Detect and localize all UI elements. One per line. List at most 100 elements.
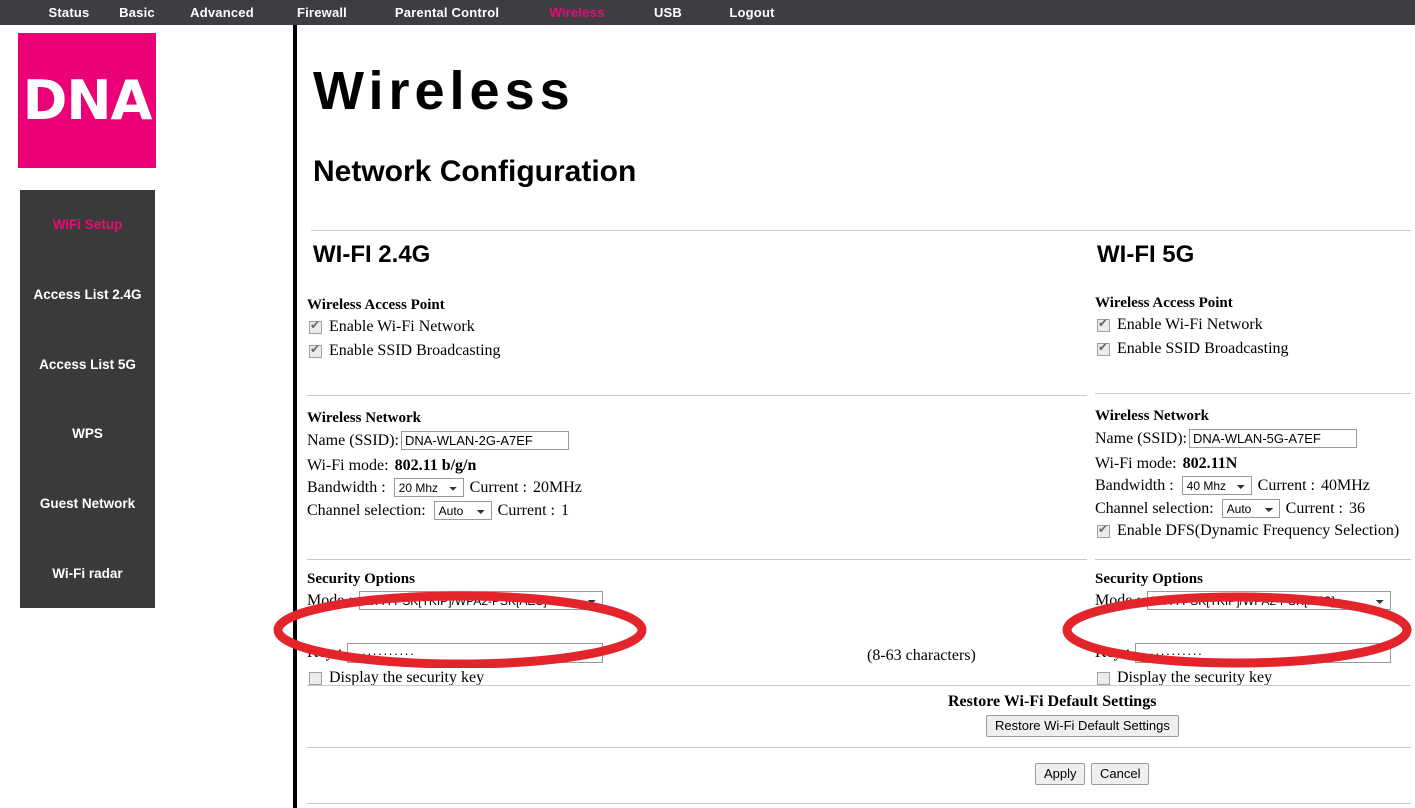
nav-item-usb[interactable]: USB: [632, 5, 704, 20]
wifi24-bandwidth-current-value: 20MHz: [533, 479, 582, 497]
top-navigation-bar: Status Basic Advanced Firewall Parental …: [0, 0, 1415, 25]
sidebar: DNA WiFi Setup Access List 2.4G Access L…: [0, 25, 293, 808]
wifi5-ssid-label: Name (SSID):: [1095, 430, 1187, 448]
wifi24-enable-ssid-row: Enable SSID Broadcasting: [309, 342, 501, 360]
nav-item-wireless[interactable]: Wireless: [522, 5, 632, 20]
wifi5-channel-current-label: Current :: [1286, 500, 1343, 518]
wifi24-mode-row: Wi-Fi mode: 802.11 b/g/n: [307, 457, 476, 475]
dna-logo: DNA: [18, 33, 156, 168]
wifi24-bandwidth-select[interactable]: 20 Mhz: [394, 478, 464, 497]
wifi24-enable-network-row: Enable Wi-Fi Network: [309, 318, 475, 336]
footer-separator-2: [307, 747, 1411, 748]
wifi24-channel-row: Channel selection: Auto Current : 1: [307, 501, 569, 520]
wifi5-channel-current-value: 36: [1349, 500, 1365, 518]
dna-logo-text: DNA: [23, 74, 152, 128]
wifi5-enable-network-checkbox[interactable]: [1097, 319, 1110, 332]
wifi24-channel-current-label: Current :: [498, 502, 555, 520]
wifi5-channel-row: Channel selection: Auto Current : 36: [1095, 499, 1365, 518]
wifi5-dfs-row: Enable DFS(Dynamic Frequency Selection): [1097, 522, 1399, 540]
sidebar-item-wps[interactable]: WPS: [20, 399, 155, 469]
wifi5-mode-value: 802.11N: [1183, 455, 1238, 473]
wifi5-display-key-checkbox[interactable]: [1097, 672, 1110, 685]
nav-item-basic[interactable]: Basic: [102, 5, 172, 20]
page-title: Wireless: [313, 60, 575, 122]
wifi24-network-title: Wireless Network: [307, 410, 421, 427]
wifi24-key-row: Key :: [307, 643, 603, 663]
wifi24-enable-ssid-checkbox[interactable]: [309, 345, 322, 358]
wifi5-security-title: Security Options: [1095, 571, 1203, 588]
wifi5-ssid-row: Name (SSID):: [1095, 429, 1357, 448]
wifi5-access-point-title: Wireless Access Point: [1095, 295, 1233, 312]
nav-item-firewall[interactable]: Firewall: [272, 5, 372, 20]
wifi24-security-mode-select[interactable]: WPA-PSK[TKIP]/WPA2-PSK[AES]: [359, 591, 603, 610]
footer-separator-3: [307, 803, 1411, 804]
nav-item-status[interactable]: Status: [36, 5, 102, 20]
wifi24-display-key-checkbox[interactable]: [309, 672, 322, 685]
nav-item-advanced[interactable]: Advanced: [172, 5, 272, 20]
wifi5-channel-label: Channel selection:: [1095, 500, 1214, 518]
wifi5-network-title: Wireless Network: [1095, 408, 1209, 425]
wifi5-dfs-label: Enable DFS(Dynamic Frequency Selection): [1117, 522, 1399, 540]
sidebar-item-guest-network[interactable]: Guest Network: [20, 469, 155, 539]
wifi24-separator-1: [307, 395, 1087, 396]
wifi24-key-input[interactable]: [347, 643, 603, 663]
sidebar-item-wifi-setup[interactable]: WiFi Setup: [20, 190, 155, 260]
wifi24-security-title: Security Options: [307, 571, 415, 588]
separator-top: [311, 230, 1411, 231]
wifi5-mode-row: Wi-Fi mode: 802.11N: [1095, 455, 1237, 473]
wifi5-bandwidth-label: Bandwidth :: [1095, 477, 1174, 495]
wifi5-separator-1: [1095, 393, 1411, 394]
wifi-24g-column-title: WI-FI 2.4G: [313, 241, 430, 269]
wifi5-bandwidth-row: Bandwidth : 40 Mhz Current : 40MHz: [1095, 476, 1370, 495]
wifi5-enable-ssid-checkbox[interactable]: [1097, 343, 1110, 356]
wifi5-security-mode-select[interactable]: WPA-PSK[TKIP]/WPA2-PSK[AES]: [1147, 591, 1391, 610]
apply-button[interactable]: Apply: [1035, 763, 1085, 785]
wifi24-access-point-title: Wireless Access Point: [307, 297, 445, 314]
wifi5-bandwidth-select[interactable]: 40 Mhz: [1182, 476, 1252, 495]
wifi24-enable-network-checkbox[interactable]: [309, 321, 322, 334]
wifi5-bandwidth-current-value: 40MHz: [1321, 477, 1370, 495]
wifi24-enable-network-label: Enable Wi-Fi Network: [329, 318, 475, 336]
wifi5-ssid-input[interactable]: [1189, 429, 1357, 448]
sidebar-item-access-list-5g[interactable]: Access List 5G: [20, 329, 155, 399]
wifi5-separator-2: [1095, 559, 1411, 560]
nav-item-parental-control[interactable]: Parental Control: [372, 5, 522, 20]
cancel-button[interactable]: Cancel: [1091, 763, 1149, 785]
sidebar-item-wifi-radar[interactable]: Wi-Fi radar: [20, 538, 155, 608]
nav-item-logout[interactable]: Logout: [704, 5, 800, 20]
wifi5-security-mode-row: Mode : WPA-PSK[TKIP]/WPA2-PSK[AES]: [1095, 591, 1391, 610]
wifi-5g-column-title: WI-FI 5G: [1097, 241, 1194, 269]
wifi24-channel-select[interactable]: Auto: [434, 501, 492, 520]
wifi5-enable-network-row: Enable Wi-Fi Network: [1097, 316, 1263, 334]
wifi24-security-mode-row: Mode : WPA-PSK[TKIP]/WPA2-PSK[AES]: [307, 591, 603, 610]
sidebar-menu: WiFi Setup Access List 2.4G Access List …: [20, 190, 155, 608]
wifi24-key-label: Key :: [307, 644, 342, 662]
wifi5-dfs-checkbox[interactable]: [1097, 525, 1110, 538]
wifi5-channel-select[interactable]: Auto: [1222, 499, 1280, 518]
wifi24-mode-value: 802.11 b/g/n: [395, 457, 477, 475]
main-content: Wireless Network Configuration WI-FI 2.4…: [297, 25, 1415, 808]
wifi5-key-input[interactable]: [1135, 643, 1391, 663]
wifi5-mode-label: Wi-Fi mode:: [1095, 455, 1177, 473]
page-subtitle: Network Configuration: [313, 155, 636, 189]
wifi24-bandwidth-label: Bandwidth :: [307, 479, 386, 497]
wifi24-mode-label: Wi-Fi mode:: [307, 457, 389, 475]
wifi24-security-mode-label: Mode :: [307, 592, 353, 610]
wifi24-bandwidth-row: Bandwidth : 20 Mhz Current : 20MHz: [307, 478, 582, 497]
wifi24-enable-ssid-label: Enable SSID Broadcasting: [329, 342, 501, 360]
wifi5-enable-ssid-label: Enable SSID Broadcasting: [1117, 340, 1289, 358]
sidebar-item-access-list-24g[interactable]: Access List 2.4G: [20, 260, 155, 330]
footer-separator-1: [307, 685, 1411, 686]
wifi5-key-row: Key :: [1095, 643, 1391, 663]
wifi5-enable-ssid-row: Enable SSID Broadcasting: [1097, 340, 1289, 358]
wifi24-ssid-input[interactable]: [401, 431, 569, 450]
router-admin-page: Status Basic Advanced Firewall Parental …: [0, 0, 1415, 808]
wifi24-ssid-label: Name (SSID):: [307, 432, 399, 450]
restore-defaults-button[interactable]: Restore Wi-Fi Default Settings: [986, 715, 1179, 737]
wifi5-bandwidth-current-label: Current :: [1258, 477, 1315, 495]
wifi24-key-hint: (8-63 characters): [867, 647, 976, 665]
wifi5-key-label: Key :: [1095, 644, 1130, 662]
wifi24-bandwidth-current-label: Current :: [470, 479, 527, 497]
wifi5-security-mode-label: Mode :: [1095, 592, 1141, 610]
wifi24-channel-current-value: 1: [561, 502, 569, 520]
